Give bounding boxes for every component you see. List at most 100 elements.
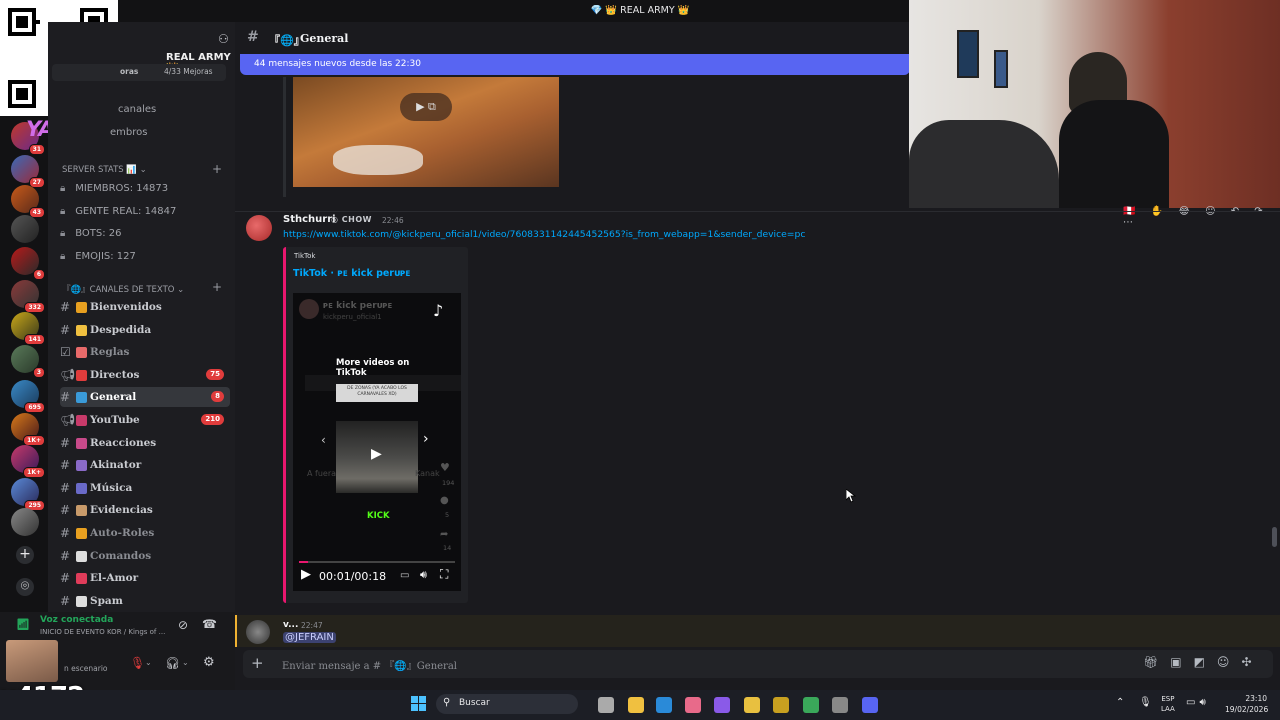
- windows-start-icon[interactable]: [411, 696, 427, 712]
- message-actions[interactable]: 🇵🇪 ✋ 😂 ☺ ↶ ↷ ⋯: [1123, 206, 1280, 228]
- server-icon[interactable]: 43: [11, 185, 45, 218]
- taskbar-search[interactable]: ⚲ Buscar: [436, 694, 578, 714]
- discover-icon[interactable]: ⌾: [16, 578, 34, 596]
- edge-icon[interactable]: [656, 697, 672, 713]
- server-icon[interactable]: [11, 508, 39, 536]
- server-icon[interactable]: [11, 215, 39, 243]
- clock[interactable]: 23:10 19/02/2026: [1225, 693, 1268, 715]
- stat-real-people[interactable]: 🔒︎ GENTE REAL: 14847: [60, 203, 176, 221]
- stat-bots[interactable]: 🔒︎ BOTS: 26: [60, 225, 121, 243]
- mic-muted-icon[interactable]: 🎙︎: [130, 656, 145, 670]
- language-indicator[interactable]: ESP LAA: [1161, 694, 1175, 714]
- server-icon[interactable]: 6: [11, 247, 45, 280]
- channel-item-evidencias[interactable]: # Evidencias: [60, 500, 230, 520]
- chevron-right-icon[interactable]: ›: [423, 431, 429, 447]
- channel-item-youtube[interactable]: 📢︎ YouTube 210: [60, 410, 230, 430]
- stats-category[interactable]: SERVER STATS 📊 ⌄: [62, 165, 147, 175]
- settings-gear-icon[interactable]: ⚙: [203, 655, 215, 670]
- chrome-icon[interactable]: [744, 697, 760, 713]
- volume-icon[interactable]: 🔊︎: [420, 568, 427, 582]
- message-link[interactable]: https://www.tiktok.com/@kickperu_oficial…: [283, 229, 805, 240]
- server-icon[interactable]: 695: [11, 380, 45, 413]
- channel-item-comandos[interactable]: # Comandos: [60, 546, 230, 566]
- gift-icon[interactable]: 🎁︎: [1143, 655, 1170, 669]
- server-icon[interactable]: 27: [11, 155, 45, 188]
- chrome-alt-icon[interactable]: [803, 697, 819, 713]
- chevron-left-icon[interactable]: ‹: [321, 433, 326, 447]
- apps-icon[interactable]: ✣: [1241, 655, 1263, 669]
- channel-item-m-sica[interactable]: # Música: [60, 478, 230, 498]
- server-icon[interactable]: 1K+: [11, 413, 45, 446]
- voice-status[interactable]: Voz conectada: [40, 615, 113, 625]
- input-tools[interactable]: 🎁︎▣◩☺✣: [1143, 655, 1264, 669]
- channel-item-despedida[interactable]: # Despedida: [60, 320, 230, 340]
- new-messages-banner[interactable]: 44 mensajes nuevos desde las 22:30: [240, 54, 910, 75]
- chevron-up-icon[interactable]: ⌃: [1116, 697, 1124, 708]
- reply-avatar[interactable]: [246, 620, 270, 644]
- copilot-icon[interactable]: [714, 697, 730, 713]
- add-channel-icon[interactable]: +: [212, 162, 222, 176]
- channel-item-el-amor[interactable]: # El-Amor: [60, 568, 230, 588]
- server-icon[interactable]: 295: [11, 478, 45, 511]
- invite-icon[interactable]: ⚇: [218, 32, 229, 46]
- captions-icon[interactable]: ▭: [400, 570, 409, 581]
- snipping-icon[interactable]: [685, 697, 701, 713]
- channel-item-general[interactable]: # General 8: [60, 387, 230, 408]
- reply-author[interactable]: v...: [283, 620, 298, 630]
- channel-label: Akinator: [90, 459, 142, 472]
- attach-plus-icon[interactable]: +: [251, 654, 264, 672]
- channel-item-directos[interactable]: 📢︎ Directos 75: [60, 365, 230, 385]
- chevron-down-icon[interactable]: ⌄: [182, 658, 189, 667]
- progress-track[interactable]: [299, 561, 455, 563]
- message-input[interactable]: Enviar mensaje a # 『🌐』General: [282, 657, 882, 672]
- members-link[interactable]: embros: [110, 127, 147, 138]
- disconnect-icon[interactable]: ☎: [202, 617, 217, 631]
- play-gif-icon[interactable]: ▶ ⧉: [400, 93, 452, 121]
- file-explorer-icon[interactable]: [628, 697, 644, 713]
- play-icon[interactable]: ▶: [371, 446, 382, 462]
- server-icon[interactable]: 3: [11, 345, 45, 378]
- winrar-icon[interactable]: [773, 697, 789, 713]
- microphone-icon[interactable]: 🎙︎: [1139, 697, 1152, 708]
- network-icon[interactable]: ▭: [1186, 697, 1199, 708]
- system-tray-icons[interactable]: ▭🔊︎: [1186, 697, 1210, 708]
- embed-title[interactable]: TikTok · ᴘᴇ kick perᴜᴘᴇ: [293, 268, 411, 279]
- play-button-icon[interactable]: ▶: [301, 567, 311, 582]
- noise-suppression-icon[interactable]: ⊘: [178, 618, 188, 632]
- embedded-video[interactable]: ᴘᴇ kick perᴜᴘᴇ kickperu_oficial1 ♪ More …: [293, 293, 461, 591]
- sticker-icon[interactable]: ◩: [1194, 655, 1217, 669]
- fullscreen-icon[interactable]: ⛶: [440, 567, 448, 582]
- author-avatar[interactable]: [246, 215, 272, 241]
- text-channels-category[interactable]: 『🌐』CANALES DE TEXTO ⌄: [62, 283, 184, 295]
- steam-icon[interactable]: [832, 697, 848, 713]
- chat-scrollbar[interactable]: [1272, 527, 1277, 547]
- emoji-icon[interactable]: ☺: [1217, 655, 1242, 669]
- stat-emojis[interactable]: 🔒︎ EMOJIS: 127: [60, 248, 136, 266]
- channel-item-auto-roles[interactable]: # Auto-Roles: [60, 523, 230, 543]
- task-view-icon[interactable]: [598, 697, 614, 713]
- server-icon[interactable]: 1K+: [11, 445, 45, 478]
- add-channel-icon[interactable]: +: [212, 280, 222, 294]
- voice-channel[interactable]: INICIO DE EVENTO KOR / Kings of ...: [40, 628, 165, 636]
- mention-chip[interactable]: @JEFRAIN: [283, 632, 336, 643]
- headphones-icon[interactable]: 🎧︎: [165, 656, 180, 670]
- browse-channels[interactable]: canales: [118, 104, 156, 115]
- server-icon[interactable]: 332: [11, 280, 45, 313]
- gif-icon[interactable]: ▣: [1170, 655, 1193, 669]
- channel-item-spam[interactable]: # Spam: [60, 591, 230, 611]
- tag-icon: ◎: [331, 215, 339, 224]
- message-author[interactable]: Sthchurri: [283, 214, 336, 225]
- channel-item-reglas[interactable]: ☑ Reglas: [60, 342, 230, 362]
- channel-item-akinator[interactable]: # Akinator: [60, 455, 230, 475]
- volume-icon[interactable]: 🔊︎: [1199, 697, 1209, 708]
- image-attachment[interactable]: ▶ ⧉: [293, 77, 559, 187]
- discord-icon[interactable]: [862, 697, 878, 713]
- boost-bar[interactable]: oras 4/33 Mejoras: [52, 64, 226, 81]
- channel-item-bienvenidos[interactable]: # Bienvenidos: [60, 297, 230, 317]
- stat-members[interactable]: 🔒︎ MIEMBROS: 14873: [60, 180, 168, 198]
- server-icon[interactable]: 141: [11, 312, 45, 345]
- channel-item-reacciones[interactable]: # Reacciones: [60, 433, 230, 453]
- add-server-icon[interactable]: +: [16, 546, 34, 564]
- chevron-down-icon[interactable]: ⌄: [145, 658, 152, 667]
- channel-emoji-icon: [76, 347, 87, 359]
